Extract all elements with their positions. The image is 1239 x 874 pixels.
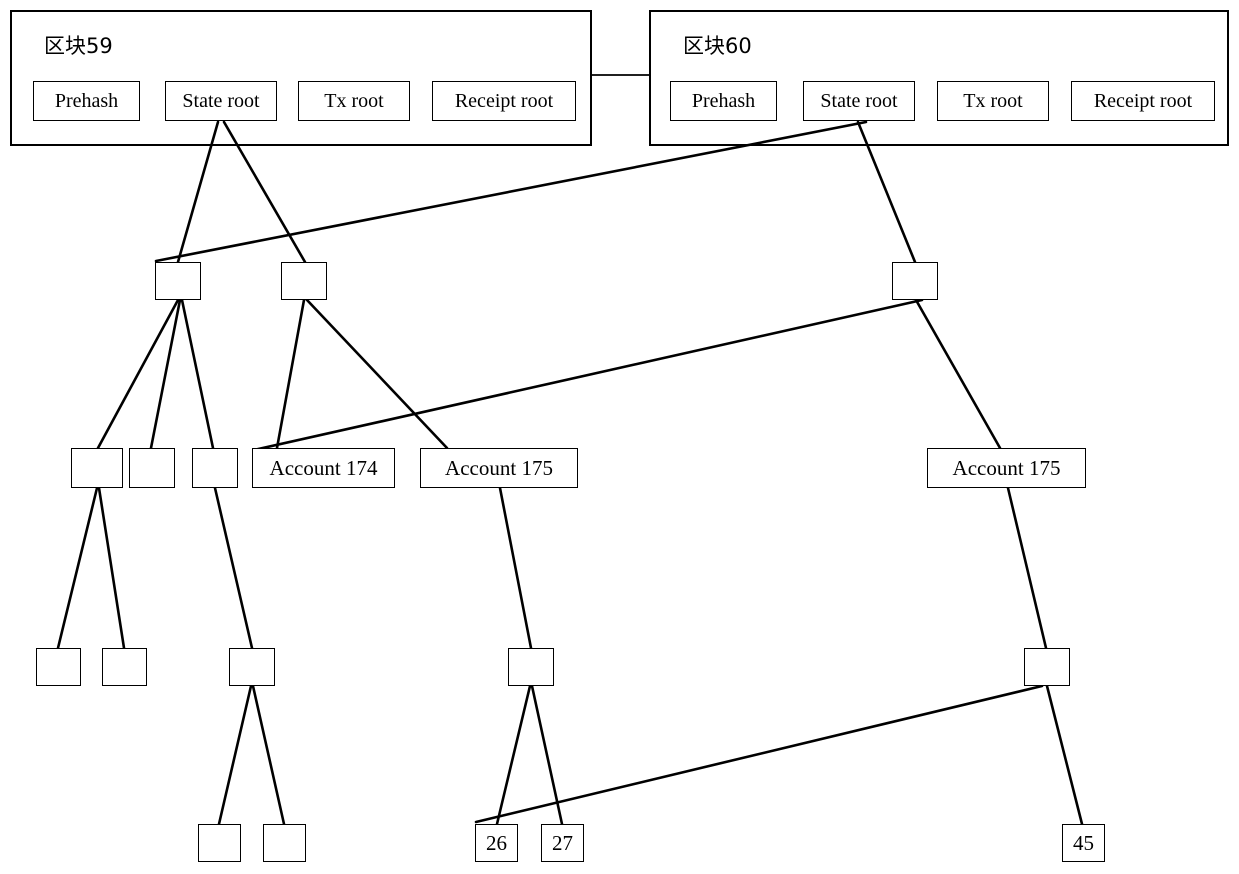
account-node-175-left[interactable]: Account 175 [420,448,578,488]
edge-midleft-nl2 [149,298,182,450]
trie-node-b5[interactable] [1024,648,1070,686]
leaf-node-27[interactable]: 27 [541,824,584,862]
trie-node-l2[interactable] [129,448,175,488]
edge-nb4-leaf27 [530,684,564,826]
trie-node-mid-left-2[interactable] [281,262,327,300]
edge-nb5-leaf45 [1045,684,1084,826]
field-receipt-root-60[interactable]: Receipt root [1071,81,1215,121]
edge-midleft2-acct174 [275,298,306,450]
block-title-60: 区块60 [683,34,752,58]
leaf-node-26[interactable]: 26 [475,824,518,862]
edge-midright-acct175right [914,298,1002,450]
trie-node-c1[interactable] [198,824,241,862]
trie-node-b2[interactable] [102,648,147,686]
edge-nb4-leaf26 [495,684,532,826]
leaf-node-45[interactable]: 45 [1062,824,1105,862]
account-node-174[interactable]: Account 174 [252,448,395,488]
trie-node-mid-right[interactable] [892,262,938,300]
trie-node-b1[interactable] [36,648,81,686]
trie-node-mid-left[interactable] [155,262,201,300]
field-prehash-60[interactable]: Prehash [670,81,777,121]
field-tx-root-60[interactable]: Tx root [937,81,1049,121]
edge-nl1-nb2 [97,486,126,650]
trie-node-l1[interactable] [71,448,123,488]
trie-node-l3[interactable] [192,448,238,488]
edge-nb5-leaf26 [474,684,1044,824]
trie-node-b3[interactable] [229,648,275,686]
account-node-175-right[interactable]: Account 175 [927,448,1086,488]
edge-nl1-nb1 [56,486,99,650]
field-state-root-60[interactable]: State root [803,81,915,121]
field-receipt-root-59[interactable]: Receipt root [432,81,576,121]
edge-acct175right-nb5 [1006,486,1048,650]
edge-midleft-nl3 [180,298,215,450]
field-prehash-59[interactable]: Prehash [33,81,140,121]
edge-midleft-nl1 [96,298,180,450]
edge-acct175left-nb4 [498,486,533,650]
edge-midleft2-acct175left [305,298,449,450]
field-tx-root-59[interactable]: Tx root [298,81,410,121]
diagram-canvas: 区块59 Prehash State root Tx root Receipt … [0,0,1239,874]
field-state-root-59[interactable]: State root [165,81,277,121]
edge-nb3-nc2 [251,684,286,826]
trie-node-c2[interactable] [263,824,306,862]
edge-nl3-nb3 [213,486,254,650]
trie-node-b4[interactable] [508,648,554,686]
block-title-59: 区块59 [44,34,113,58]
edge-midright-acct174 [252,298,924,452]
edge-nb3-nc1 [217,684,253,826]
